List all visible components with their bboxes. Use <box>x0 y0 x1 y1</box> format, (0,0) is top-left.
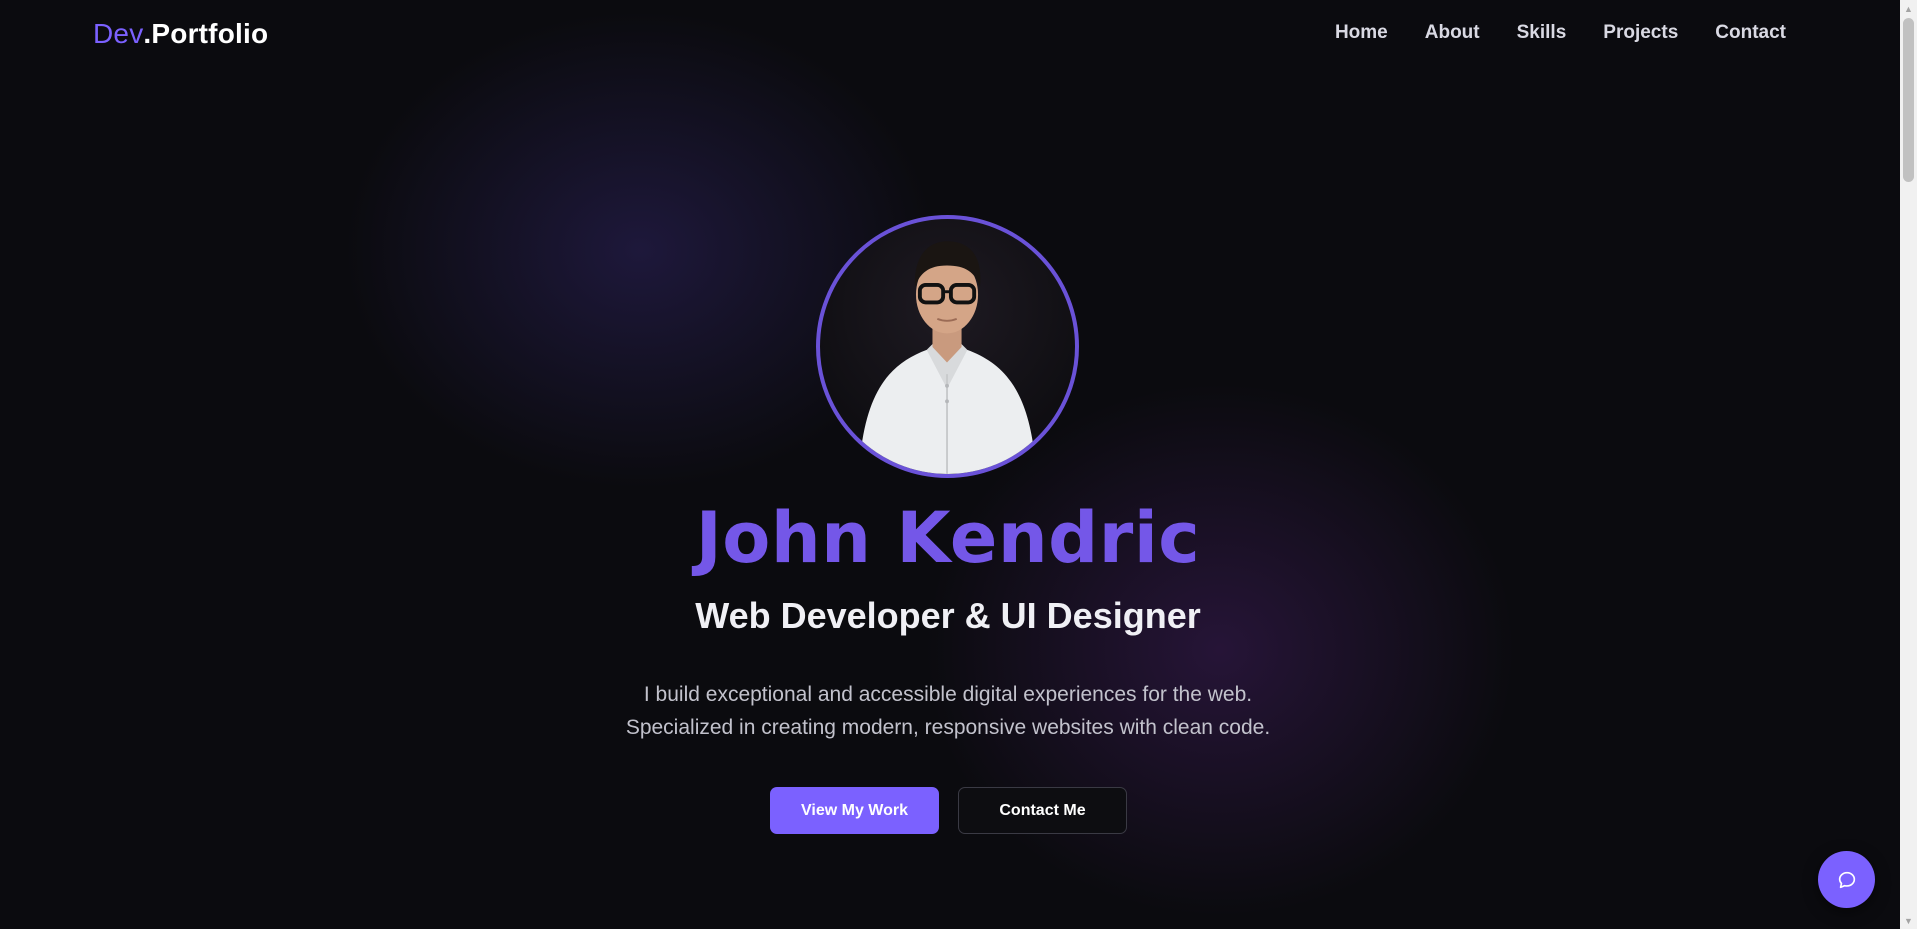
hero-description-line: I build exceptional and accessible digit… <box>643 683 1253 706</box>
hero-name: John Kendric <box>695 497 1201 579</box>
site-logo[interactable]: Dev.Portfolio <box>93 18 268 50</box>
hero-role: Web Developer & UI Designer <box>695 595 1201 636</box>
contact-me-button[interactable]: Contact Me <box>958 787 1127 834</box>
profile-photo <box>858 241 1037 474</box>
navbar: Dev.Portfolio Home About Skills Projects… <box>0 0 1900 70</box>
scrollbar-thumb[interactable] <box>1903 18 1914 182</box>
nav-link-about[interactable]: About <box>1425 22 1480 44</box>
nav-link-contact[interactable]: Contact <box>1715 22 1786 44</box>
nav-link-skills[interactable]: Skills <box>1517 22 1567 44</box>
logo-text: .Portfolio <box>143 18 269 49</box>
view-my-work-button[interactable]: View My Work <box>770 787 939 834</box>
hero-section: John Kendric Web Developer & UI Designer… <box>0 0 1900 929</box>
vertical-scrollbar[interactable]: ▲ ▼ <box>1900 0 1917 929</box>
portfolio-page: John Kendric Web Developer & UI Designer… <box>0 0 1917 929</box>
nav-links: Home About Skills Projects Contact <box>1335 22 1786 44</box>
hero-buttons: View My Work Contact Me <box>770 787 1127 834</box>
chat-bubble-icon <box>1838 871 1855 888</box>
profile-avatar <box>816 215 1079 478</box>
nav-link-home[interactable]: Home <box>1335 22 1388 44</box>
nav-link-projects[interactable]: Projects <box>1603 22 1678 44</box>
chat-button[interactable] <box>1818 851 1875 908</box>
arrow-down-icon[interactable]: ▼ <box>1900 912 1917 929</box>
logo-accent: Dev <box>93 18 144 49</box>
hero-description: I build exceptional and accessible digit… <box>0 678 1896 744</box>
arrow-up-icon[interactable]: ▲ <box>1900 0 1917 17</box>
hero-description-line: Specialized in creating modern, responsi… <box>625 716 1271 739</box>
